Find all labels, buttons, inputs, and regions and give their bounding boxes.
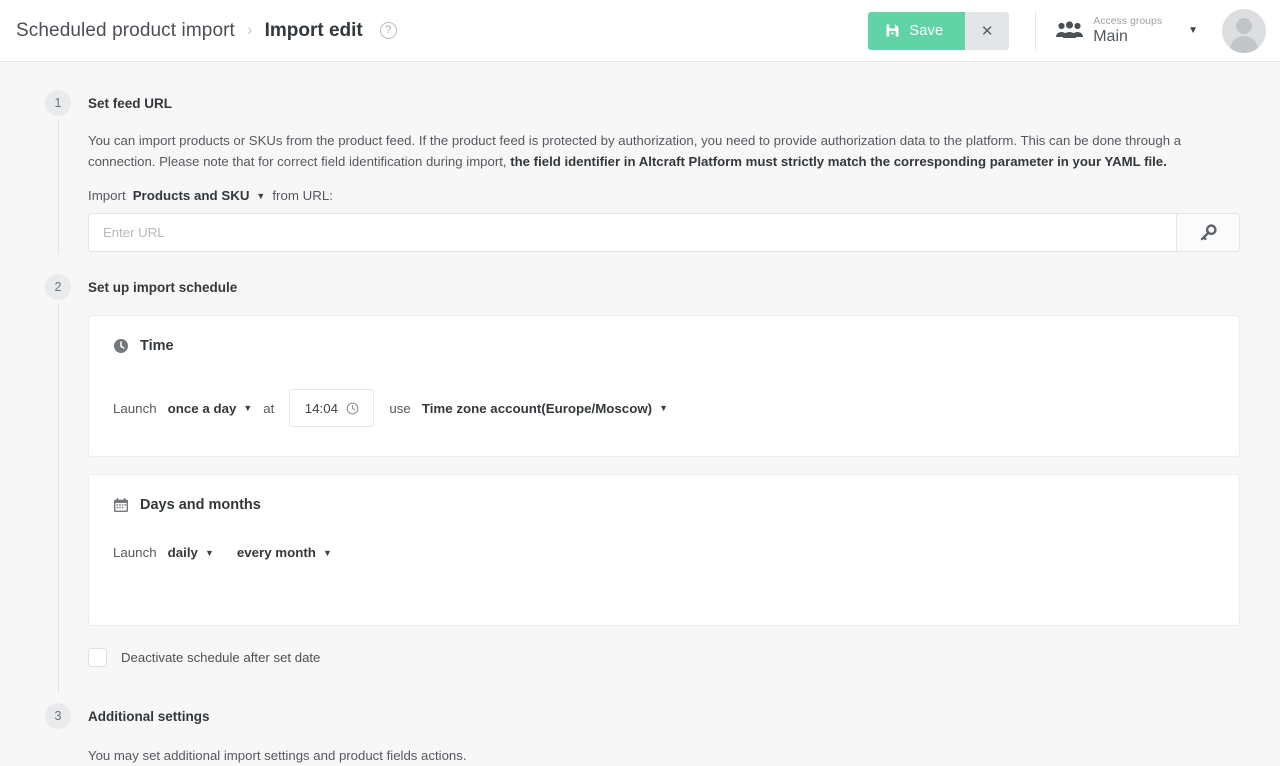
floppy-disk-icon xyxy=(885,23,900,38)
avatar[interactable] xyxy=(1222,8,1266,53)
close-button[interactable]: ✕ xyxy=(965,11,1010,50)
step-1-gutter: 1 xyxy=(40,90,88,254)
clock-outline-icon xyxy=(346,402,359,415)
chevron-down-icon: ▼ xyxy=(1188,24,1198,36)
step-3-gutter: 3 xyxy=(40,703,88,766)
days-and-months-card: Days and months Launch daily ▼ every mon… xyxy=(88,474,1240,626)
key-icon xyxy=(1200,224,1217,241)
save-button-label: Save xyxy=(909,22,944,39)
days-card-heading: Days and months xyxy=(113,497,1215,513)
access-groups-label: Access groups xyxy=(1093,14,1163,27)
deactivate-schedule-row: Deactivate schedule after set date xyxy=(88,648,1240,667)
access-groups-text: Access groups Main xyxy=(1093,15,1162,46)
import-suffix-label: from URL: xyxy=(272,188,333,203)
step-3-badge: 3 xyxy=(45,703,71,729)
launch-frequency-dropdown[interactable]: once a day ▼ xyxy=(168,401,253,416)
page-content: 1 Set feed URL You can import products o… xyxy=(0,62,1280,766)
step-1-description: You can import products or SKUs from the… xyxy=(88,130,1238,172)
step-3-body: Additional settings You may set addition… xyxy=(88,703,1240,766)
authorization-key-button[interactable] xyxy=(1176,213,1240,252)
timezone-value: Time zone account(Europe/Moscow) xyxy=(421,400,653,416)
time-card-title: Time xyxy=(140,338,174,354)
calendar-icon xyxy=(113,497,129,513)
save-close-button-group: Save ✕ xyxy=(868,11,1010,50)
time-card: Time Launch once a day ▼ at 14:04 use Ti… xyxy=(88,315,1240,457)
step-set-feed-url: 1 Set feed URL You can import products o… xyxy=(40,62,1240,254)
toolbar-divider xyxy=(1035,10,1037,51)
import-type-row: Import Products and SKU ▼ from URL: xyxy=(88,188,1240,203)
launch-frequency-value: once a day xyxy=(167,400,237,416)
days-dropdown[interactable]: daily ▼ xyxy=(168,545,214,560)
days-launch-label: Launch xyxy=(113,545,157,560)
chevron-down-icon: ▼ xyxy=(659,403,669,413)
step-3-title: Additional settings xyxy=(88,709,210,724)
step-2-badge: 2 xyxy=(45,274,71,300)
deactivate-schedule-checkbox[interactable] xyxy=(88,648,107,667)
time-launch-label: Launch xyxy=(113,400,157,416)
chevron-down-icon: ▼ xyxy=(243,403,253,413)
save-button[interactable]: Save xyxy=(868,11,966,50)
feed-url-row xyxy=(88,213,1240,252)
close-icon: ✕ xyxy=(980,22,994,40)
chevron-down-icon: ▼ xyxy=(322,547,332,558)
help-icon[interactable]: ? xyxy=(379,22,397,39)
breadcrumb-separator-icon: › xyxy=(246,20,253,39)
access-groups-selector[interactable]: Access groups Main ▼ xyxy=(1056,15,1204,46)
days-card-title: Days and months xyxy=(140,497,261,513)
deactivate-schedule-label: Deactivate schedule after set date xyxy=(121,650,321,665)
time-use-label: use xyxy=(389,400,411,416)
time-card-heading: Time xyxy=(113,338,1215,354)
days-value: daily xyxy=(167,545,198,560)
people-icon xyxy=(1056,21,1084,39)
days-card-controls: Launch daily ▼ every month ▼ xyxy=(113,545,1215,560)
step-2-connector-line xyxy=(57,304,59,693)
feed-url-input[interactable] xyxy=(88,213,1176,252)
step-1-badge: 1 xyxy=(45,90,71,116)
step-additional-settings: 3 Additional settings You may set additi… xyxy=(40,691,1240,766)
chevron-down-icon: ▼ xyxy=(204,547,214,558)
months-value: every month xyxy=(236,545,316,560)
avatar-body xyxy=(1230,35,1258,53)
step-2-title: Set up import schedule xyxy=(88,280,238,295)
access-groups-value: Main xyxy=(1093,27,1128,45)
breadcrumb-parent-link[interactable]: Scheduled product import xyxy=(16,20,235,42)
breadcrumb: Scheduled product import › Import edit ? xyxy=(16,20,397,42)
clock-icon xyxy=(113,338,129,354)
timezone-dropdown[interactable]: Time zone account(Europe/Moscow) ▼ xyxy=(422,401,668,416)
top-bar: Scheduled product import › Import edit ?… xyxy=(0,0,1280,62)
step-1-connector-line xyxy=(57,120,59,254)
import-type-value: Products and SKU xyxy=(132,188,250,203)
step-set-up-import-schedule: 2 Set up import schedule Time Launch onc… xyxy=(40,252,1240,693)
months-dropdown[interactable]: every month ▼ xyxy=(237,545,332,560)
chevron-down-icon: ▼ xyxy=(256,190,266,201)
time-card-controls: Launch once a day ▼ at 14:04 use Time zo… xyxy=(113,389,1215,427)
avatar-head xyxy=(1236,17,1252,34)
step-2-body: Set up import schedule Time Launch once … xyxy=(88,274,1240,691)
step-2-gutter: 2 xyxy=(40,274,88,693)
step-1-title: Set feed URL xyxy=(88,96,173,111)
step-1-description-emphasis: the field identifier in Altcraft Platfor… xyxy=(510,154,1167,169)
time-value: 14:04 xyxy=(304,400,339,416)
import-type-dropdown[interactable]: Products and SKU ▼ xyxy=(133,188,266,203)
import-prefix-label: Import xyxy=(88,188,126,203)
time-input[interactable]: 14:04 xyxy=(289,389,375,427)
step-1-body: Set feed URL You can import products or … xyxy=(88,90,1240,252)
top-bar-actions: Save ✕ Access groups Main ▼ xyxy=(868,0,1266,61)
page-title: Import edit xyxy=(264,19,363,41)
time-at-label: at xyxy=(263,400,275,416)
